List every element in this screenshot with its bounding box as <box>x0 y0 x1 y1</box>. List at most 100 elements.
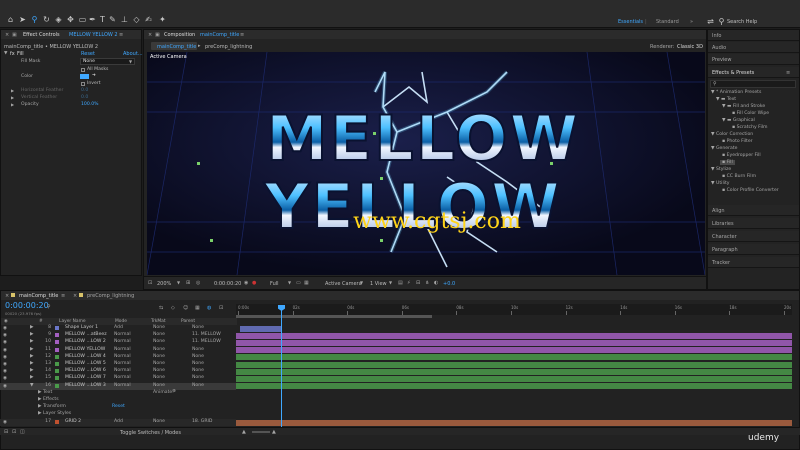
expand-triangle-icon[interactable]: ▶ <box>11 88 14 93</box>
visibility-eye-icon[interactable]: ◉ <box>3 376 7 381</box>
roto-brush-tool-icon[interactable]: ✍ <box>144 15 153 24</box>
home-icon[interactable]: ⌂ <box>6 15 15 24</box>
layer-color-chip[interactable] <box>55 362 59 366</box>
layer-bar[interactable] <box>236 332 792 339</box>
draft-3d-icon[interactable]: ◇ <box>171 305 175 311</box>
tab-composition[interactable]: Composition <box>164 32 195 38</box>
section-align[interactable]: Align <box>708 205 799 216</box>
layer-row[interactable]: ◉ ▶ 11 MELLOW YELLOW Normal None None <box>0 347 236 354</box>
zoom-out-icon[interactable]: ▲ <box>242 429 246 435</box>
tree-item[interactable]: ▼ Generate <box>711 146 737 151</box>
layer-parent[interactable]: None <box>192 368 204 373</box>
layer-parent[interactable]: 18. GRID <box>192 419 212 424</box>
frame-blending-icon[interactable]: ▦ <box>195 305 200 311</box>
section-character[interactable]: Character <box>708 231 799 242</box>
close-icon[interactable]: × <box>73 293 77 299</box>
tree-item[interactable]: ▼ ▬ Text <box>716 97 736 102</box>
effects-search-input[interactable]: ⚲ <box>710 80 796 88</box>
layer-row[interactable]: ◉ ▶ 8 Shape Layer 1 Add None None <box>0 325 236 332</box>
layer-mode[interactable]: Normal <box>114 375 131 380</box>
time-ruler[interactable]: 0:00s 02s 04s 06s 08s 10s 12s 14s 16s 18s 20s <box>236 304 792 315</box>
layer-mode[interactable]: Normal <box>114 339 131 344</box>
layer-name[interactable]: MELLOW ...LOW 7 <box>65 375 106 380</box>
eyedropper-icon[interactable]: ➜ <box>92 73 96 78</box>
tab-maincomp-title[interactable]: mainComp_title <box>19 293 58 299</box>
expand-triangle-icon[interactable]: ▶ <box>30 332 34 337</box>
layer-trkmat[interactable]: None <box>153 361 165 366</box>
search-icon[interactable]: ⚲ <box>717 17 726 26</box>
layer-color-chip[interactable] <box>55 333 59 338</box>
tree-item[interactable]: ▼ ▬ Fill and Stroke <box>722 104 765 109</box>
layer-parent[interactable]: None <box>192 361 204 366</box>
layer-bar[interactable] <box>236 368 792 375</box>
close-icon[interactable]: × <box>5 293 9 299</box>
vertical-feather-value[interactable]: 0.0 <box>81 95 88 100</box>
tab-composition-name[interactable]: mainComp_title <box>200 32 239 38</box>
all-masks-checkbox[interactable] <box>81 68 85 72</box>
work-area-bar[interactable] <box>236 315 432 318</box>
region-of-interest-icon[interactable]: ▭ <box>296 280 301 286</box>
layer-color-chip[interactable] <box>55 376 59 381</box>
zoom-in-icon[interactable]: ▲ <box>272 429 276 435</box>
layer-bar[interactable] <box>240 325 282 332</box>
section-preview[interactable]: Preview <box>708 54 799 65</box>
comp-flowchart-icon[interactable]: ⇆ <box>159 305 163 311</box>
layer-trkmat[interactable]: None <box>153 383 165 388</box>
chevron-down-icon[interactable]: ▼ <box>288 280 291 285</box>
panel-menu-icon[interactable]: ≡ <box>786 70 790 76</box>
tree-item[interactable]: ▪ Scratchy Film <box>732 125 768 130</box>
composition-viewer[interactable]: MELLOW YELLOW www.cgtsj.com Active Camer… <box>147 52 705 275</box>
fx-badge[interactable]: fx <box>10 51 15 57</box>
in-out-icon[interactable]: ◫ <box>20 429 25 435</box>
visibility-eye-icon[interactable]: ◉ <box>3 348 7 353</box>
pan-behind-tool-icon[interactable]: ✥ <box>66 15 75 24</box>
layer-mode[interactable]: Normal <box>114 354 131 359</box>
layer-color-chip[interactable] <box>55 420 59 424</box>
close-icon[interactable]: × <box>148 32 152 38</box>
type-tool-icon[interactable]: T <box>98 15 107 24</box>
layer-trkmat[interactable]: None <box>153 325 165 330</box>
transform-reset-link[interactable]: Reset <box>112 404 125 409</box>
footer-timecode[interactable]: 0:00:00:20 <box>214 281 241 287</box>
toggle-pixel-icon[interactable]: ▤ <box>398 280 403 286</box>
pen-tool-icon[interactable]: ✒ <box>88 15 97 24</box>
expand-triangle-icon[interactable]: ▶ <box>11 102 14 107</box>
layer-color-chip[interactable] <box>55 340 59 345</box>
layer-name[interactable]: GRID 2 <box>65 419 81 424</box>
tree-item[interactable]: ▪ Color Profile Converter <box>722 188 779 193</box>
workspace-standard[interactable]: Standard <box>656 19 679 25</box>
invert-checkbox[interactable] <box>81 82 85 86</box>
visibility-eye-icon[interactable]: ◉ <box>3 369 7 374</box>
layer-color-chip[interactable] <box>55 383 59 388</box>
tree-item[interactable]: ▼ Stylize <box>711 167 731 172</box>
views-layout-dropdown[interactable]: 1 View <box>370 281 387 287</box>
tree-item[interactable]: ▼ Utility <box>711 181 730 186</box>
fast-preview-icon[interactable]: ⚡ <box>407 280 411 286</box>
layer-row[interactable]: ◉ ▶ 13 MELLOW ...LOW 5 Normal None None <box>0 361 236 368</box>
view-dropdown[interactable]: Active Camera <box>325 281 362 287</box>
chevron-down-icon[interactable]: ▼ <box>177 280 180 285</box>
layer-trkmat[interactable]: None <box>153 332 165 337</box>
layer-color-chip[interactable] <box>55 354 59 359</box>
color-channel-icon[interactable]: ● <box>252 280 256 286</box>
layer-bar[interactable] <box>236 339 792 346</box>
motion-blur-icon[interactable]: ◍ <box>207 305 211 311</box>
clone-stamp-tool-icon[interactable]: ⊥ <box>120 15 129 24</box>
layer-mode[interactable]: Normal <box>114 347 131 352</box>
rectangle-tool-icon[interactable]: ▭ <box>78 15 87 24</box>
layer-name[interactable]: MELLOW ...LOW 3 <box>65 383 106 388</box>
current-time[interactable]: 0:00:00:20 <box>5 301 49 310</box>
layer-name[interactable]: MELLOW ...atBeez <box>65 332 107 337</box>
expand-triangle-icon[interactable]: ▶ <box>30 375 34 380</box>
layer-parent[interactable]: None <box>192 383 204 388</box>
mask-icon[interactable]: ◎ <box>196 280 200 286</box>
layer-trkmat[interactable]: None <box>153 339 165 344</box>
visibility-eye-icon[interactable]: ◉ <box>3 340 7 345</box>
layer-parent[interactable]: None <box>192 375 204 380</box>
layer-color-chip[interactable] <box>55 326 59 330</box>
layer-bar[interactable] <box>236 361 792 368</box>
section-libraries[interactable]: Libraries <box>708 218 799 229</box>
layer-trkmat[interactable]: None <box>153 368 165 373</box>
color-swatch[interactable] <box>80 74 89 79</box>
layer-bar[interactable] <box>236 354 792 361</box>
